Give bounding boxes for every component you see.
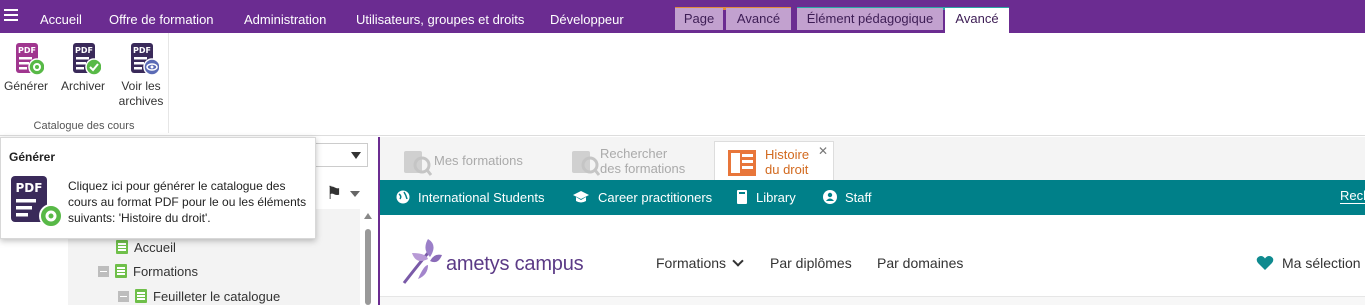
tab-page-avance[interactable]: Avancé [726,8,791,30]
search-link[interactable]: Rech [1340,188,1365,204]
menu-accueil[interactable]: Accueil [40,12,82,27]
link-career-practitioners[interactable]: Career practitioners [572,190,712,205]
site-top-links-bar: International Students Career practition… [380,180,1365,215]
tree-item-label: Feuilleter le catalogue [153,289,281,304]
collapse-icon[interactable] [118,291,129,302]
view-archives-button[interactable]: PDF Voir les archives [114,41,168,109]
chevron-down-icon [732,255,744,267]
menu-offre-de-formation[interactable]: Offre de formation [109,12,214,27]
svg-text:PDF: PDF [16,181,43,195]
svg-text:PDF: PDF [75,46,93,55]
ribbon-group-separator [168,33,169,133]
svg-text:PDF: PDF [18,46,36,55]
close-icon[interactable]: ✕ [818,144,828,159]
search-user-icon [402,147,433,177]
tree-item[interactable]: Accueil [116,239,176,257]
scroll-up-icon[interactable] [364,213,372,219]
page-icon [116,240,128,254]
pdf-archive-icon: PDF [65,41,103,77]
tab-histoire-du-droit[interactable]: Histoire du droit ✕ [714,141,834,180]
page-icon [135,289,147,303]
tree-item-label: Accueil [134,240,176,255]
page-icon [115,264,127,278]
ribbon-group-label: Catalogue des cours [33,120,135,132]
tab-element-avance[interactable]: Avancé [945,8,1009,33]
user-icon [823,190,837,204]
link-library[interactable]: Library [736,190,796,205]
tree-item[interactable]: Feuilleter le catalogue [118,288,280,305]
site-header: ametys campus Formations Par diplômes Pa… [380,215,1365,305]
tab-label: Histoire du droit [765,147,810,177]
nav-par-domaines[interactable]: Par domaines [877,255,963,271]
tree-scrollbar[interactable] [364,213,372,305]
svg-text:PDF: PDF [133,46,151,55]
nav-formations[interactable]: Formations [656,255,744,271]
puzzle-icon[interactable]: ⚑ [326,183,342,204]
pdf-generate-icon: PDF [8,41,46,77]
menu-developpeur[interactable]: Développeur [550,12,624,27]
top-menu-bar: Accueil Offre de formation Administratio… [0,0,1365,33]
link-staff[interactable]: Staff [823,190,872,205]
search-catalog-icon [570,147,601,177]
ribbon: PDF Générer PDF Archiver PDF Voir les ar… [0,33,1365,136]
view-archives-label-line2: archives [118,94,164,108]
generate-label: Générer [3,79,49,93]
tab-label: Mes formations [434,153,523,168]
puzzle-dropdown-caret-icon[interactable] [350,191,360,197]
content-edge [380,296,1365,305]
tab-mes-formations[interactable]: Mes formations [394,141,554,180]
archive-button[interactable]: PDF Archiver [58,41,108,94]
tooltip-title: Générer [9,150,56,164]
tree-item[interactable]: Formations [98,263,198,281]
view-archives-label-line1: Voir les [121,79,161,93]
course-icon [727,148,757,178]
pdf-generate-icon: PDF [11,176,63,228]
collapse-icon[interactable] [98,266,109,277]
tab-element-pedagogique[interactable]: Élément pédagogique [797,8,943,30]
book-icon [737,190,747,204]
generate-tooltip: Générer PDF Cliquez ici pour générer le … [0,137,316,239]
menu-utilisateurs-groupes-droits[interactable]: Utilisateurs, groupes et droits [356,12,524,27]
link-international-students[interactable]: International Students [396,190,544,205]
logo-text[interactable]: ametys campus [446,253,584,276]
globe-icon [396,190,410,204]
menu-administration[interactable]: Administration [244,12,326,27]
tree-item-label: Formations [133,264,199,279]
my-selection-link[interactable]: Ma sélection [1282,255,1361,271]
generate-button[interactable]: PDF Générer [2,41,50,94]
document-tabs-bar: Mes formations Rechercher des formations … [380,137,1365,180]
scrollbar-thumb[interactable] [365,229,371,305]
heart-icon[interactable] [1256,255,1274,271]
nav-par-diplomes[interactable]: Par diplômes [770,255,852,271]
tab-page[interactable]: Page [675,8,723,30]
graduation-cap-icon [573,191,589,203]
chevron-down-icon [351,152,361,159]
hamburger-menu-icon[interactable] [4,9,18,23]
tab-rechercher-formations[interactable]: Rechercher des formations [562,141,712,180]
archive-label: Archiver [60,79,105,93]
pdf-view-icon: PDF [123,41,161,77]
tooltip-text: Cliquez ici pour générer le catalogue de… [68,179,307,225]
tab-label: Rechercher des formations [600,146,686,176]
